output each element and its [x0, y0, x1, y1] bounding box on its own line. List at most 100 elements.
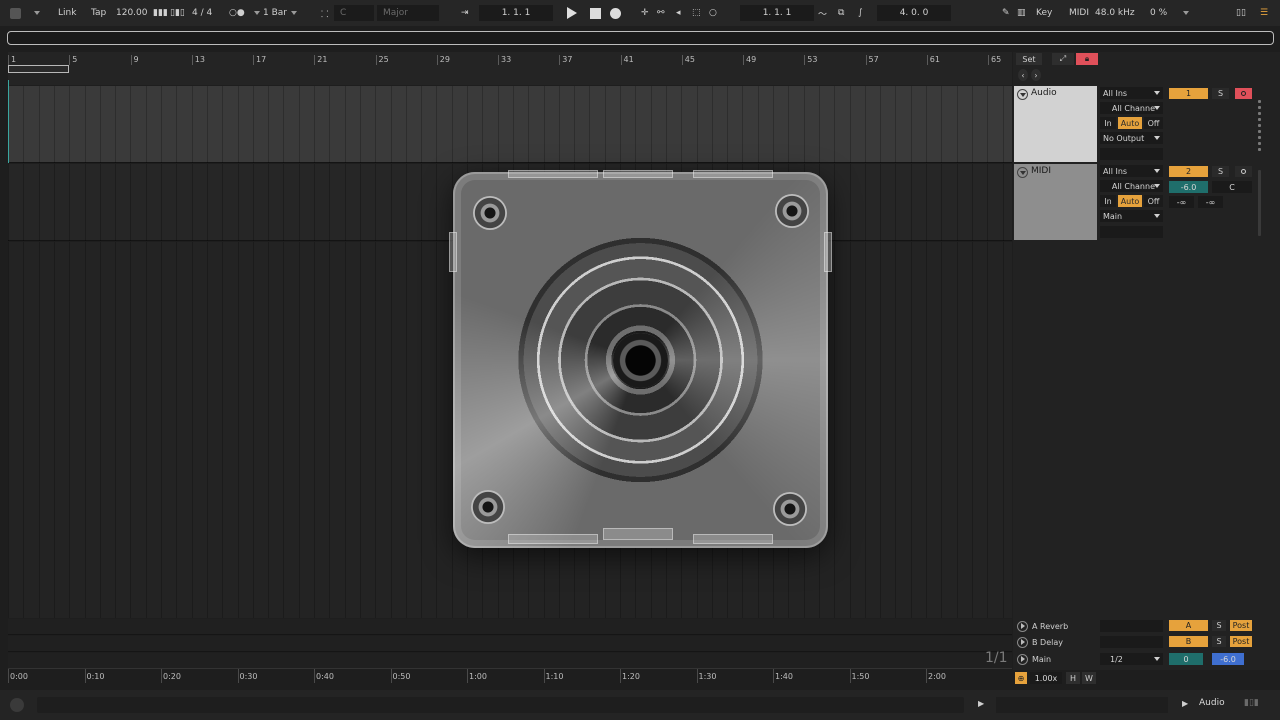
beat-time-ruler[interactable]: 1 5 9 13 17 21 25 29 33 37 41 45 49 53 57 61 65 — [8, 52, 1012, 85]
midi-arm-button[interactable] — [1235, 166, 1252, 177]
loop-switch-icon[interactable]: ⧉ — [838, 0, 844, 26]
menu-icon[interactable]: ☰ — [1260, 0, 1268, 26]
metronome-icon[interactable]: ○● — [229, 0, 245, 26]
return-name[interactable]: B Delay — [1032, 638, 1063, 647]
zoom-toggle-icon[interactable]: ⊕ — [1015, 672, 1027, 684]
session-record-icon[interactable]: ○ — [709, 0, 717, 26]
return-b-output[interactable] — [1100, 636, 1163, 648]
return-b-solo[interactable]: S — [1212, 636, 1226, 647]
return-lane-a[interactable] — [8, 619, 1012, 635]
set-button[interactable]: Set — [1016, 53, 1042, 65]
midi-monitor-auto[interactable]: Auto — [1118, 195, 1142, 207]
lock-icon[interactable]: 🔒︎ — [1076, 53, 1098, 65]
loop-brace[interactable] — [8, 65, 69, 73]
midi-map-button[interactable]: MIDI — [1069, 0, 1089, 26]
view-toggle-icon[interactable]: ▶ — [1182, 699, 1188, 708]
track-name[interactable]: Audio — [1031, 88, 1057, 98]
dropdown-icon[interactable] — [30, 0, 40, 26]
link-button[interactable]: Link — [58, 0, 76, 26]
song-position-field[interactable]: 1. 1. 1 — [479, 0, 553, 26]
midi-output-channel[interactable] — [1100, 226, 1163, 238]
cue-out-select[interactable]: 1/2 — [1100, 653, 1163, 665]
audio-channel-select[interactable]: All Channe — [1100, 102, 1163, 114]
scale-field[interactable]: Major — [377, 0, 439, 26]
audio-monitor-auto[interactable]: Auto — [1118, 117, 1142, 129]
key-map-button[interactable]: Key — [1036, 0, 1052, 26]
info-toggle-icon[interactable] — [10, 698, 24, 712]
zoom-height-button[interactable]: H — [1066, 672, 1080, 684]
midi-output-select[interactable]: Main — [1100, 210, 1163, 222]
draw-mode-icon[interactable]: ✎ — [1002, 0, 1010, 26]
time-signature-field[interactable]: 4 / 4 — [192, 0, 212, 26]
midi-channel-select[interactable]: All Channe — [1100, 180, 1163, 192]
midi-track-activator[interactable]: 2 — [1169, 166, 1208, 177]
nav-left-icon[interactable]: ‹ — [1018, 69, 1028, 81]
return-b-activator[interactable]: B — [1169, 636, 1208, 647]
midi-send-a[interactable]: -∞ — [1169, 196, 1194, 208]
audio-arm-button[interactable] — [1235, 88, 1252, 99]
return-name[interactable]: A Reverb — [1032, 622, 1068, 631]
nudge-icon[interactable]: ▮▮▮ — [153, 0, 168, 26]
audio-track-activator[interactable]: 1 — [1169, 88, 1208, 99]
fold-icon[interactable] — [1017, 620, 1028, 632]
fold-icon[interactable] — [1017, 653, 1028, 665]
metronome-dropdown-icon[interactable] — [250, 0, 260, 26]
audio-output-channel[interactable] — [1100, 148, 1163, 160]
loop-start-field[interactable]: 1. 1. 1 — [740, 0, 814, 26]
overdub-icon[interactable]: ✛ — [641, 0, 649, 26]
arrangement-overview[interactable] — [7, 31, 1274, 45]
tap-button[interactable]: Tap — [91, 0, 106, 26]
midi-monitor-off[interactable]: Off — [1144, 195, 1163, 207]
punch-out-icon[interactable]: ∫ — [858, 0, 863, 26]
return-b-post[interactable]: Post — [1230, 636, 1252, 647]
track-header-midi[interactable]: MIDI — [1014, 164, 1097, 240]
stop-button[interactable] — [590, 0, 601, 26]
record-button[interactable] — [610, 0, 621, 26]
window-icon[interactable] — [10, 0, 21, 26]
fold-icon[interactable] — [1017, 636, 1028, 648]
fold-icon[interactable] — [1017, 167, 1028, 178]
return-a-output[interactable] — [1100, 620, 1163, 632]
computer-keyboard-icon[interactable]: ▥ — [1017, 0, 1026, 26]
quantize-field[interactable]: 1 Bar — [263, 0, 297, 26]
loop-length-field[interactable]: 4. 0. 0 — [877, 0, 951, 26]
midi-input-select[interactable]: All Ins — [1100, 165, 1163, 177]
track-name[interactable]: MIDI — [1031, 166, 1051, 176]
main-lane[interactable] — [8, 653, 1012, 669]
track-lane-audio[interactable] — [8, 86, 1012, 163]
midi-volume[interactable]: -6.0 — [1169, 181, 1208, 193]
nav-right-icon[interactable]: › — [1031, 69, 1041, 81]
return-a-post[interactable]: Post — [1230, 620, 1252, 631]
key-root-field[interactable]: C — [334, 0, 374, 26]
midi-solo-button[interactable]: S — [1212, 166, 1229, 177]
audio-output-select[interactable]: No Output — [1100, 132, 1163, 144]
scale-icon[interactable]: ⸬ — [321, 0, 328, 26]
main-name[interactable]: Main — [1032, 655, 1051, 664]
zoom-width-button[interactable]: W — [1082, 672, 1096, 684]
back-to-arrangement-icon[interactable]: ◂ — [676, 0, 681, 26]
audio-monitor-off[interactable]: Off — [1144, 117, 1163, 129]
midi-monitor-in[interactable]: In — [1100, 195, 1116, 207]
audio-input-select[interactable]: All Ins — [1100, 87, 1163, 99]
midi-send-b[interactable]: -∞ — [1198, 196, 1223, 208]
capture-icon[interactable]: ⬚ — [692, 0, 701, 26]
follow-icon[interactable]: ⇥ — [461, 0, 469, 26]
mixer-toggle-icon[interactable]: ▮▯▮ — [1244, 698, 1259, 708]
automation-arm-icon[interactable]: ⚯ — [657, 0, 665, 26]
punch-in-icon[interactable]: 〜 — [818, 0, 827, 26]
midi-pan[interactable]: C — [1212, 181, 1252, 193]
cpu-dropdown-icon[interactable] — [1179, 0, 1189, 26]
main-activator[interactable]: 0 — [1169, 653, 1203, 665]
tempo-field[interactable]: 120.00 — [116, 0, 148, 26]
time-ruler[interactable]: 0:00 0:10 0:20 0:30 0:40 0:50 1:00 1:10 1:20 1:30… — [8, 668, 1012, 688]
main-volume[interactable]: -6.0 — [1212, 653, 1244, 665]
metronome-bars-icon[interactable]: ▯▮▯ — [170, 0, 185, 26]
detail-toggle-icon[interactable]: ▶ — [978, 699, 984, 708]
audio-solo-button[interactable]: S — [1212, 88, 1229, 99]
fold-icon[interactable] — [1017, 89, 1028, 100]
track-header-audio[interactable]: Audio — [1014, 86, 1097, 162]
expand-icon[interactable]: ⤢ — [1052, 53, 1074, 65]
return-a-activator[interactable]: A — [1169, 620, 1208, 631]
audio-monitor-in[interactable]: In — [1100, 117, 1116, 129]
return-a-solo[interactable]: S — [1212, 620, 1226, 631]
